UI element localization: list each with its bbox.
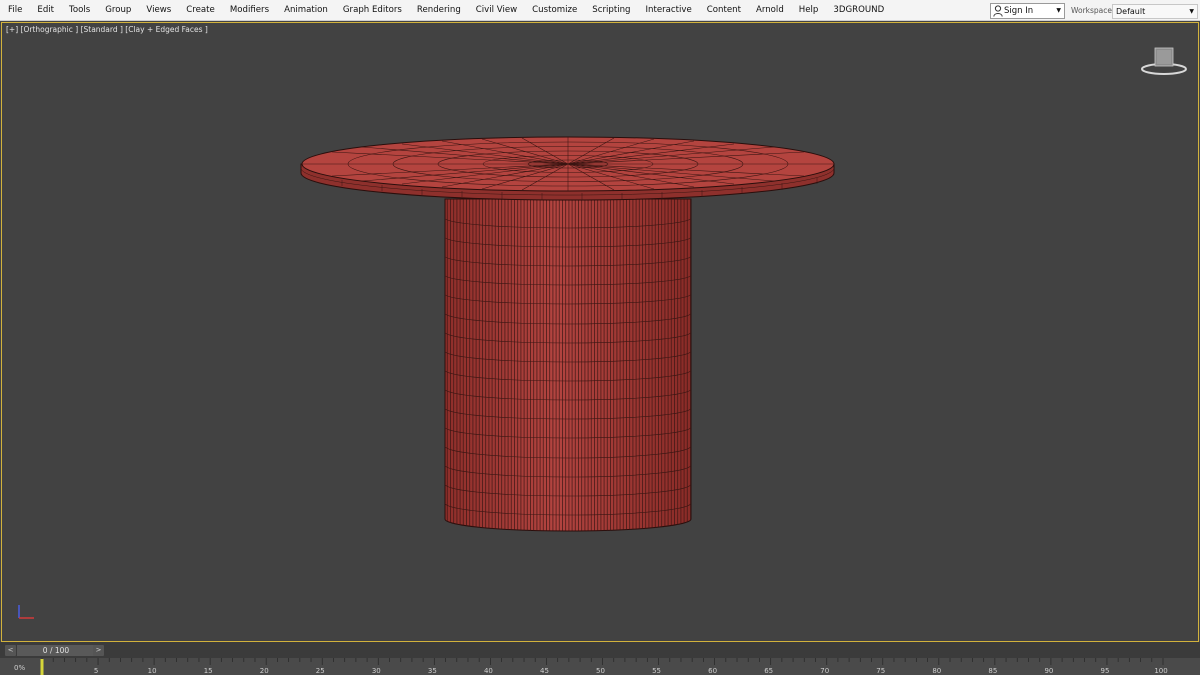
menu-item-tools[interactable]: Tools	[61, 0, 97, 21]
track-tick-label: 65	[764, 667, 773, 675]
menu-item-views[interactable]: Views	[138, 0, 178, 21]
menu-item-create[interactable]: Create	[178, 0, 222, 21]
track-tick-label: 45	[540, 667, 549, 675]
table-column	[444, 198, 692, 532]
perspective-viewport[interactable]: [+] [Orthographic ] [Standard ] [Clay + …	[1, 22, 1199, 642]
time-next-button[interactable]: >	[93, 645, 104, 656]
menu-item-rendering[interactable]: Rendering	[409, 0, 468, 21]
track-tick-label: 25	[316, 667, 325, 675]
table-top	[300, 136, 835, 201]
menu-item-edit[interactable]: Edit	[29, 0, 61, 21]
track-tick-label: 50	[596, 667, 605, 675]
track-tick-label: 80	[932, 667, 941, 675]
track-tick-label: 10	[148, 667, 157, 675]
menu-item-arnold[interactable]: Arnold	[748, 0, 791, 21]
track-tick-label: 70	[820, 667, 829, 675]
menu-item-customize[interactable]: Customize	[524, 0, 584, 21]
track-tick-label: 40	[484, 667, 493, 675]
menu-item-graph-editors[interactable]: Graph Editors	[335, 0, 409, 21]
current-frame-marker[interactable]	[40, 659, 44, 675]
menu-item-interactive[interactable]: Interactive	[637, 0, 698, 21]
menu-item-content[interactable]: Content	[699, 0, 748, 21]
menu-item-3dground[interactable]: 3DGROUND	[825, 0, 891, 21]
track-tick-label: 95	[1100, 667, 1109, 675]
table-model[interactable]	[2, 23, 1198, 641]
time-prev-button[interactable]: <	[5, 645, 16, 656]
menu-item-animation[interactable]: Animation	[276, 0, 335, 21]
sign-in-dropdown[interactable]: Sign In ▼	[990, 3, 1065, 19]
menu-items: File Edit Tools Group Views Create Modifiers An…	[0, 0, 891, 21]
track-tick-label: 35	[428, 667, 437, 675]
sign-in-label: Sign In	[1004, 6, 1034, 16]
track-bar[interactable]: 5 10 15 20 25 30 35 40 45 50 55 60 65 70 75 80 85 90 95 100…	[0, 658, 1200, 675]
track-tick-label: 55	[652, 667, 661, 675]
track-tick-label: 5	[94, 667, 98, 675]
chevron-down-icon: ▼	[1056, 7, 1061, 14]
track-tick-label: 85	[988, 667, 997, 675]
menu-item-file[interactable]: File	[0, 0, 29, 21]
menu-item-modifiers[interactable]: Modifiers	[222, 0, 276, 21]
track-tick-label: 15	[204, 667, 213, 675]
track-tick-label: 60	[708, 667, 717, 675]
user-icon	[993, 5, 1003, 17]
track-start-label: 0%	[14, 664, 25, 672]
time-slider[interactable]: < 0 / 100 >	[0, 642, 1200, 658]
track-tick-label: 90	[1044, 667, 1053, 675]
menu-item-civil-view[interactable]: Civil View	[468, 0, 524, 21]
viewcube-icon[interactable]	[1139, 45, 1189, 77]
time-slider-thumb[interactable]: 0 / 100	[17, 645, 95, 656]
track-bar-ruler: 5 10 15 20 25 30 35 40 45 50 55 60 65 70 75 80 85 90 95 100…	[14, 658, 1168, 675]
menu-item-group[interactable]: Group	[97, 0, 138, 21]
menu-item-scripting[interactable]: Scripting	[584, 0, 637, 21]
chevron-down-icon: ▼	[1189, 8, 1194, 15]
workspace-select[interactable]: Default ▼	[1112, 4, 1198, 19]
track-tick-label: 100	[1154, 667, 1167, 675]
track-tick-label: 75	[876, 667, 885, 675]
workspace-value: Default	[1116, 7, 1146, 16]
axis-tripod-icon	[18, 605, 34, 619]
track-tick-label: 20	[260, 667, 269, 675]
menu-bar: File Edit Tools Group Views Create Modifiers An…	[0, 0, 1200, 21]
menu-item-help[interactable]: Help	[791, 0, 826, 21]
track-tick-label: 30	[372, 667, 381, 675]
